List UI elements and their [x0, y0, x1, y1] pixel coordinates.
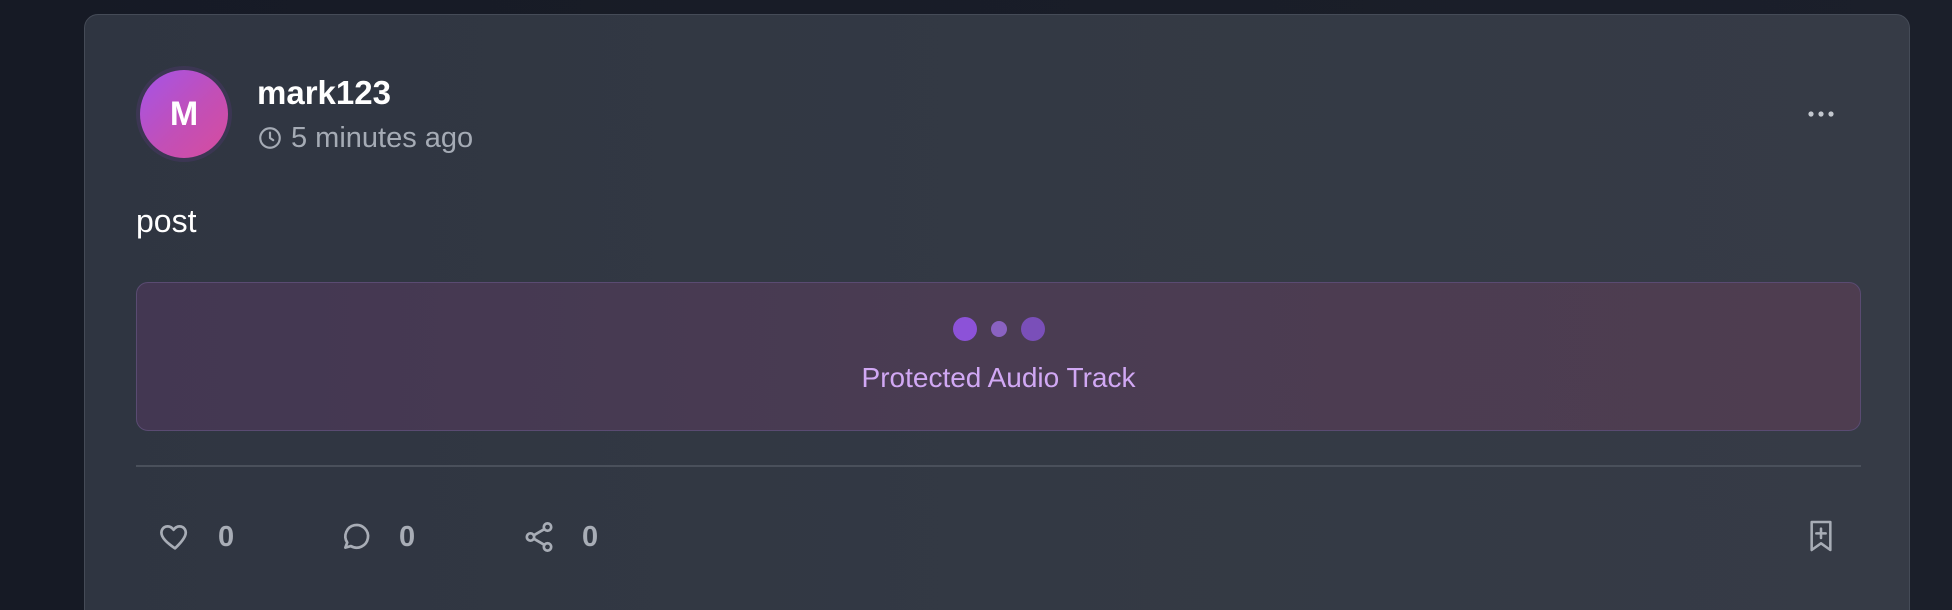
bookmark-button[interactable]	[1805, 518, 1837, 554]
audio-player[interactable]: Protected Audio Track	[136, 282, 1861, 431]
loading-dot-2	[990, 321, 1007, 337]
comment-button[interactable]: 0	[339, 515, 415, 559]
heart-icon	[160, 525, 188, 550]
post-text: post	[136, 203, 197, 239]
timestamp: 5 minutes ago	[291, 121, 474, 154]
timestamp-row: 5 minutes ago	[257, 121, 473, 155]
more-horizontal-icon	[1808, 111, 1834, 117]
audio-loading-dots	[137, 317, 1860, 341]
share-button[interactable]: 0	[522, 515, 598, 559]
more-options-button[interactable]	[1797, 98, 1845, 130]
like-button[interactable]: 0	[158, 515, 234, 559]
share-icon	[525, 522, 553, 552]
loading-dot-3	[1020, 317, 1045, 341]
comment-count: 0	[399, 520, 416, 553]
like-count: 0	[218, 520, 235, 553]
username[interactable]: mark123	[257, 73, 391, 113]
bookmark-plus-icon	[1810, 520, 1832, 552]
loading-dot-1	[952, 317, 977, 341]
audio-track-label: Protected Audio Track	[861, 362, 1136, 393]
clock-icon	[259, 127, 281, 149]
page: M mark123 5 minutes ago post Protected A…	[0, 0, 1952, 610]
avatar-initial: M	[140, 70, 228, 158]
avatar[interactable]: M	[136, 66, 232, 162]
comment-icon	[344, 523, 370, 549]
divider	[136, 465, 1861, 467]
share-count: 0	[582, 520, 599, 553]
